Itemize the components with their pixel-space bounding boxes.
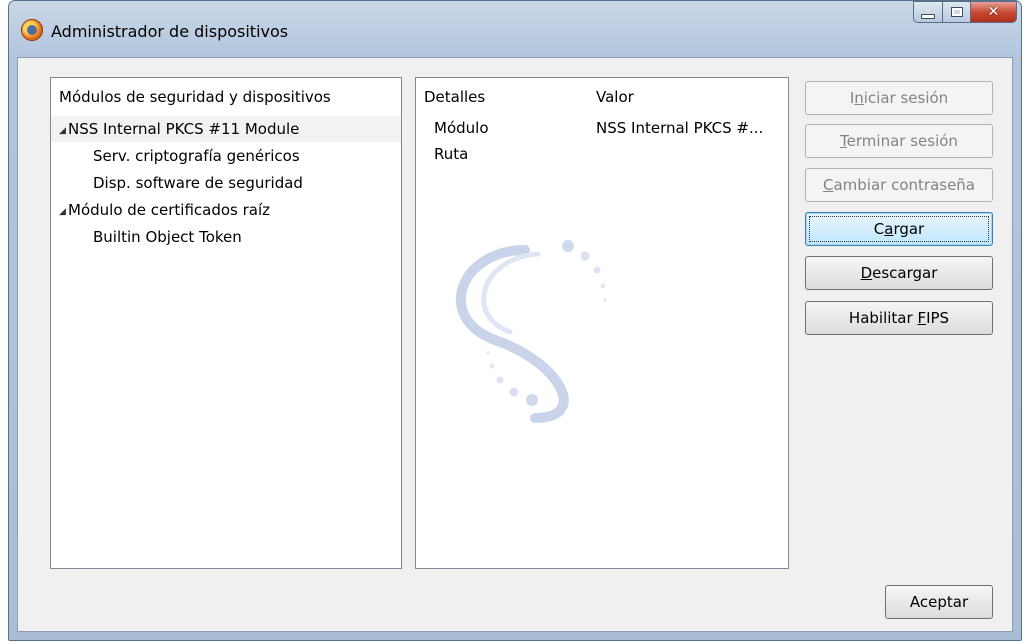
close-icon: ✕ <box>987 4 1000 20</box>
tree-item[interactable]: Disp. software de seguridad <box>51 170 401 196</box>
modules-tree[interactable]: Módulos de seguridad y dispositivos ◢ NSS… <box>50 77 402 569</box>
minimize-icon <box>921 13 935 19</box>
expand-arrow-icon[interactable]: ◢ <box>59 199 68 225</box>
login-button-label: Iniciar sesión <box>849 89 949 107</box>
login-button[interactable]: Iniciar sesión <box>805 81 993 115</box>
enable-fips-button-label: Habilitar FIPS <box>848 309 950 327</box>
tree-item[interactable]: Builtin Object Token <box>51 224 401 250</box>
nss-logo-icon <box>455 240 607 423</box>
detail-module-label: Módulo <box>434 119 489 137</box>
enable-fips-button[interactable]: Habilitar FIPS <box>805 301 993 335</box>
window-title: Administrador de dispositivos <box>51 22 289 41</box>
maximize-button[interactable] <box>943 1 971 23</box>
modules-column-header[interactable]: Módulos de seguridad y dispositivos <box>59 88 331 106</box>
expand-arrow-icon[interactable]: ◢ <box>59 118 68 144</box>
detail-module-value: NSS Internal PKCS #... <box>596 119 764 137</box>
tree-item-label: Serv. criptografía genéricos <box>93 147 300 165</box>
device-manager-window: Administrador de dispositivos ✕ Módulos … <box>8 0 1022 641</box>
load-button[interactable]: Cargar <box>805 212 993 246</box>
tree-item[interactable]: ◢ Módulo de certificados raíz <box>51 197 401 223</box>
tree-item[interactable]: ◢ NSS Internal PKCS #11 Module <box>51 116 401 142</box>
dialog-client-area: Módulos de seguridad y dispositivos ◢ NSS… <box>17 57 1013 632</box>
logout-button[interactable]: Terminar sesión <box>805 124 993 158</box>
tree-item-label: Disp. software de seguridad <box>93 174 303 192</box>
details-column-header[interactable]: Detalles <box>424 88 485 106</box>
logout-button-label: Terminar sesión <box>840 132 958 150</box>
tree-item-label: NSS Internal PKCS #11 Module <box>68 120 300 138</box>
change-password-button-label: Cambiar contraseña <box>822 176 976 194</box>
detail-path-label: Ruta <box>434 145 469 163</box>
unload-button[interactable]: Descargar <box>805 256 993 290</box>
tree-item-label: Módulo de certificados raíz <box>68 201 271 219</box>
change-password-button[interactable]: Cambiar contraseña <box>805 168 993 202</box>
tree-item[interactable]: Serv. criptografía genéricos <box>51 143 401 169</box>
title-bar[interactable]: Administrador de dispositivos ✕ <box>9 1 1021 57</box>
firefox-icon <box>21 19 43 41</box>
value-column-header[interactable]: Valor <box>596 88 634 106</box>
unload-button-label: Descargar <box>860 264 938 282</box>
load-button-label: Cargar <box>873 220 925 238</box>
ok-button[interactable]: Aceptar <box>885 585 993 619</box>
details-list[interactable]: Detalles Valor Módulo NSS Internal PKCS … <box>415 77 789 569</box>
close-button[interactable]: ✕ <box>971 1 1017 23</box>
window-controls: ✕ <box>913 1 1017 23</box>
minimize-button[interactable] <box>913 1 943 23</box>
tree-item-label: Builtin Object Token <box>93 228 242 246</box>
maximize-icon <box>950 7 963 17</box>
